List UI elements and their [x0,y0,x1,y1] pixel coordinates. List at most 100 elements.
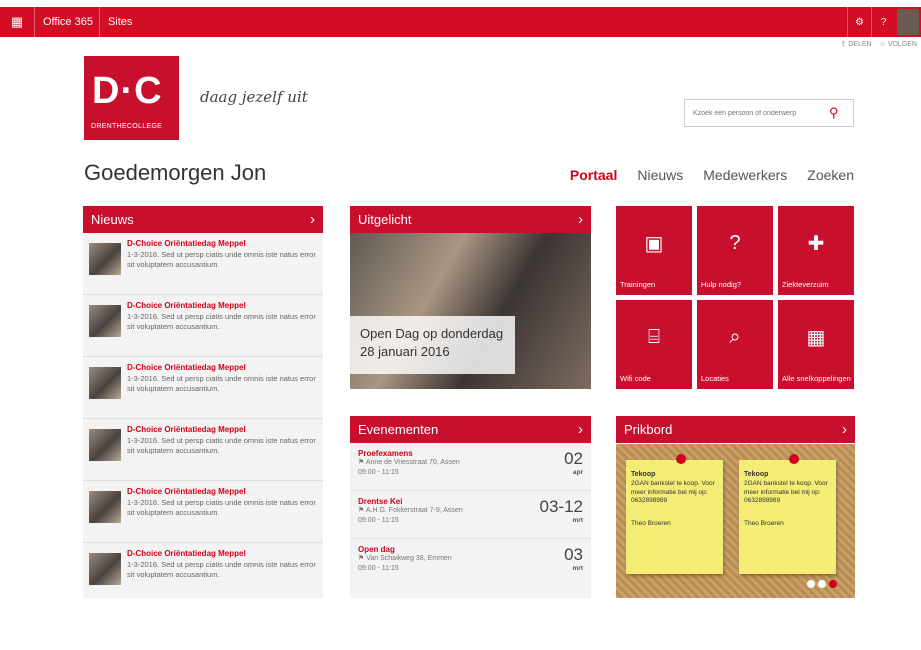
tile-label: Wifi code [620,373,651,383]
map-search-icon: ⌕ [729,325,741,348]
office-365-link[interactable]: Office 365 [35,16,99,28]
carousel-dot[interactable] [818,580,826,588]
event-time: 09:00 - 11:15 [358,468,399,476]
event-title: Proefexamens [358,449,413,458]
news-item-title: D-Choice Oriëntatiedag Meppel [127,425,246,434]
chevron-right-icon[interactable]: › [842,421,847,438]
list-item[interactable]: D-Choice Oriëntatiedag Meppel 1-3-2016. S… [83,357,323,419]
chevron-right-icon[interactable]: › [578,211,583,228]
nav-zoeken[interactable]: Zoeken [807,167,854,183]
event-location: ⚑ Anne de Vriesstraat 70, Assen [358,458,460,468]
event-day: 03 [564,545,583,564]
sites-link[interactable]: Sites [100,16,138,28]
tile-ziekteverzuim[interactable]: ✚ Ziekteverzuim [778,206,854,295]
list-item[interactable]: D-Choice Oriëntatiedag Meppel 1-3-2016. S… [83,481,323,543]
news-item-title: D-Choice Oriëntatiedag Meppel [127,487,246,496]
list-item[interactable]: D-Choice Oriëntatiedag Meppel 1-3-2016. S… [83,419,323,481]
chevron-right-icon[interactable]: › [578,421,583,438]
certificate-icon: ▣ [644,232,664,255]
event-location-text: Van Schaikweg 38, Emmen [366,555,452,562]
search-icon[interactable]: ⚲ [829,105,839,121]
avatar[interactable] [897,9,919,35]
tile-label: Ziekteverzuim [782,279,829,289]
event-time: 09:00 - 11:15 [358,564,399,572]
chevron-right-icon[interactable]: › [310,211,315,228]
help-icon[interactable]: ? [871,7,895,37]
event-month: mrt [572,565,583,572]
event-time: 09:00 - 11:15 [358,516,399,524]
location-pin-icon: ⚑ [358,507,366,514]
pushpin-icon [789,454,799,464]
news-panel: Nieuws › D-Choice Oriëntatiedag Meppel 1-… [83,206,323,598]
tile-snelkoppelingen[interactable]: ▦ Alle snelkoppelingen [778,300,854,389]
follow-label: VOLGEN [887,41,917,48]
event-day: 02 [564,449,583,468]
follow-button[interactable]: ☆ VOLGEN [880,40,917,48]
event-month: mrt [572,517,583,524]
news-item-text: 1-3-2016. Sed ut persp ciatis unde omnis… [127,249,316,269]
event-month: apr [572,469,583,476]
note-heading: Tekoop [631,471,656,478]
router-icon: ⌸ [648,325,660,348]
list-item[interactable]: D-Choice Oriëntatiedag Meppel 1-3-2016. S… [83,233,323,295]
nav-medewerkers[interactable]: Medewerkers [703,167,787,183]
events-panel: Evenementen › Proefexamens ⚑ Anne de Vri… [350,416,591,598]
share-label: DELEN [848,41,872,48]
tile-hulp[interactable]: ? Hulp nodig? [697,206,773,295]
event-item[interactable]: Drentse Kei ⚑ A.H.G. Fokkerstraat 7-9, A… [350,491,591,539]
nav-portaal[interactable]: Portaal [570,167,617,183]
carousel-dot[interactable] [807,580,815,588]
app-launcher-icon[interactable]: ▦ [0,7,34,37]
news-item-title: D-Choice Oriëntatiedag Meppel [127,301,246,310]
featured-photo[interactable]: Open Dag op donderdag 28 januari 2016 [350,233,591,389]
prikbord-header[interactable]: Prikbord › [616,416,855,443]
news-thumbnail [89,367,121,399]
event-day: 03-12 [539,497,583,516]
gear-icon[interactable]: ⚙ [847,7,871,37]
tile-locaties[interactable]: ⌕ Locaties [697,300,773,389]
caption-line: 28 januari 2016 [360,343,450,359]
medical-document-icon: ✚ [807,232,825,255]
tile-wifi[interactable]: ⌸ Wifi code [616,300,692,389]
news-thumbnail [89,305,121,337]
suite-bar: ▦ Office 365 Sites ⚙ ? [0,7,921,37]
featured-header[interactable]: Uitgelicht › [350,206,591,233]
news-header[interactable]: Nieuws › [83,206,323,233]
news-item-text: 1-3-2016. Sed ut persp ciatis unde omnis… [127,435,316,455]
note-author: Theo Broeren [631,520,671,528]
news-item-text: 1-3-2016. Sed ut persp ciatis unde omnis… [127,311,316,331]
tagline: daag jezelf uit [200,88,308,106]
events-header[interactable]: Evenementen › [350,416,591,443]
event-location: ⚑ Van Schaikweg 38, Emmen [358,554,452,564]
event-item[interactable]: Proefexamens ⚑ Anne de Vriesstraat 70, A… [350,443,591,491]
drenthecollege-logo[interactable]: D·C DRENTHECOLLEGE [84,56,179,140]
nav-nieuws[interactable]: Nieuws [637,167,683,183]
carousel-dot-active[interactable] [829,580,837,588]
list-item[interactable]: D-Choice Oriëntatiedag Meppel 1-3-2016. S… [83,543,323,605]
share-button[interactable]: ⇪ DELEN [840,40,871,48]
event-title: Drentse Kei [358,497,403,506]
news-item-text: 1-3-2016. Sed ut persp ciatis unde omnis… [127,559,316,579]
tile-trainingen[interactable]: ▣ Trainingen [616,206,692,295]
note-text: 2GAN bankstel te koop. Voor meer informa… [631,479,715,505]
news-item-text: 1-3-2016. Sed ut persp ciatis unde omnis… [127,497,316,517]
list-item[interactable]: D-Choice Oriëntatiedag Meppel 1-3-2016. S… [83,295,323,357]
note-author: Theo Broeren [744,520,784,528]
tile-label: Hulp nodig? [701,279,742,289]
news-item-title: D-Choice Oriëntatiedag Meppel [127,549,246,558]
sticky-note[interactable]: Tekoop 2GAN bankstel te koop. Voor meer … [626,454,723,574]
news-thumbnail [89,553,121,585]
location-pin-icon: ⚑ [358,555,367,562]
news-thumbnail [89,429,121,461]
search-input[interactable] [685,109,825,117]
corkboard: Tekoop 2GAN bankstel te koop. Voor meer … [616,444,855,598]
carousel-dots [807,580,837,588]
event-location-text: Anne de Vriesstraat 70, Assen [365,459,460,466]
pushpin-icon [676,454,686,464]
news-item-title: D-Choice Oriëntatiedag Meppel [127,239,246,248]
page-actions: ⇪ DELEN ☆ VOLGEN [840,40,917,48]
sticky-note[interactable]: Tekoop 2GAN bankstel te koop. Voor meer … [739,454,836,574]
caption-line: Open Dag op donderdag [360,326,504,341]
featured-panel: Uitgelicht › Open Dag op donderdag 28 ja… [350,206,591,389]
event-item[interactable]: Open dag ⚑ Van Schaikweg 38, Emmen 09:00… [350,539,591,587]
